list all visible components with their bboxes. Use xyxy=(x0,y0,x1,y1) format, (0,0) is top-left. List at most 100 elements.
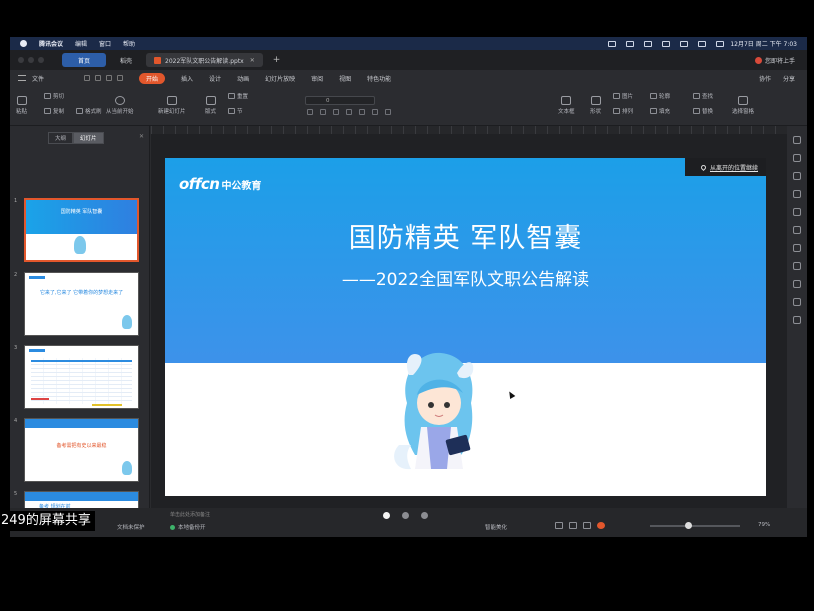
reset-label: 重置 xyxy=(237,94,249,100)
wechat-icon[interactable] xyxy=(662,40,671,47)
ribbon-tab-review[interactable]: 审阅 xyxy=(311,74,323,83)
transition-icon[interactable] xyxy=(793,190,801,198)
share-icon[interactable] xyxy=(793,262,801,270)
copy-button[interactable]: 复制 xyxy=(44,107,64,115)
underline-icon[interactable] xyxy=(333,109,339,115)
outline-button[interactable]: 轮廓 xyxy=(650,92,670,100)
ribbon-tab-features[interactable]: 特色功能 xyxy=(367,74,391,83)
page-dot[interactable] xyxy=(402,512,409,519)
review-icon[interactable] xyxy=(793,244,801,252)
close-window-icon[interactable] xyxy=(18,57,24,63)
tab-outline[interactable]: 大纲 xyxy=(48,132,74,144)
collab-button[interactable]: 协作 xyxy=(759,74,771,83)
italic-icon[interactable] xyxy=(320,109,326,115)
ribbon-tab-home[interactable]: 开始 xyxy=(139,72,166,84)
font-color-icon[interactable] xyxy=(385,109,391,115)
chart-icon[interactable] xyxy=(793,208,801,216)
slide-thumbnail-4[interactable]: 备考需把有史以来最稳 xyxy=(24,418,139,482)
strike-icon[interactable] xyxy=(346,109,352,115)
panel-collapse-icon[interactable]: ✕ xyxy=(139,133,144,140)
section-button[interactable]: 节 xyxy=(228,107,243,115)
object-props-icon[interactable] xyxy=(793,136,801,144)
current-slide[interactable]: offcn 中公教育 国防精英 军队智囊 ——2022全国军队文职公告解读 从离… xyxy=(165,158,766,496)
share-button[interactable]: 分享 xyxy=(783,74,795,83)
ribbon-tab-view[interactable]: 视图 xyxy=(339,74,351,83)
new-tab-icon[interactable]: + xyxy=(273,55,281,65)
zoom-slider[interactable] xyxy=(650,522,740,529)
app-menu[interactable]: 腾讯会议 xyxy=(39,39,63,48)
apple-icon[interactable] xyxy=(20,40,27,47)
ribbon-tab-design[interactable]: 设计 xyxy=(209,74,221,83)
menu-file[interactable]: 文件 xyxy=(32,74,44,83)
superscript-icon[interactable] xyxy=(359,109,365,115)
page-dot[interactable] xyxy=(383,512,390,519)
from-current-button[interactable]: 从当前开始 xyxy=(106,96,134,115)
more-icon[interactable] xyxy=(793,316,801,324)
reading-view-icon[interactable] xyxy=(583,522,591,529)
control-center-icon[interactable] xyxy=(716,40,725,47)
save-icon[interactable] xyxy=(84,75,91,81)
search-icon[interactable] xyxy=(698,40,707,47)
clock[interactable]: 12月7日 周二 下午 7:03 xyxy=(730,39,797,48)
redo-icon[interactable] xyxy=(117,75,124,81)
notes-placeholder[interactable]: 单击此处添加备注 xyxy=(170,511,210,518)
menu-help[interactable]: 帮助 xyxy=(123,39,135,48)
design-icon[interactable] xyxy=(793,154,801,162)
print-icon[interactable] xyxy=(95,75,102,81)
minimize-window-icon[interactable] xyxy=(28,57,34,63)
battery-icon[interactable] xyxy=(644,40,653,47)
grid-view-icon[interactable] xyxy=(569,522,577,529)
login-button[interactable]: 您即将上手 xyxy=(754,56,795,65)
layout-button[interactable]: 版式 xyxy=(205,96,216,115)
history-icon[interactable] xyxy=(793,280,801,288)
display-icon[interactable] xyxy=(626,40,635,47)
shape-button[interactable]: 形状 xyxy=(590,96,601,115)
zoom-slider-handle[interactable] xyxy=(685,522,692,529)
smart-beautify-button[interactable]: 智能美化 xyxy=(485,523,507,531)
font-size-field[interactable]: 0 xyxy=(305,96,375,105)
slide-thumbnail-1[interactable]: 国防精英 军队智囊 xyxy=(24,198,139,262)
paste-button[interactable]: 粘贴 xyxy=(16,96,27,115)
ribbon-tab-insert[interactable]: 插入 xyxy=(181,74,193,83)
arrange-button[interactable]: 排列 xyxy=(613,107,633,115)
slide-thumbnail-2[interactable]: 它来了,它来了 它带着你的梦想走来了 xyxy=(24,272,139,336)
ribbon-tab-slideshow[interactable]: 幻灯片放映 xyxy=(265,74,295,83)
tab-docer[interactable]: 稻壳 xyxy=(112,53,140,67)
slide-number: 1 xyxy=(14,198,18,204)
textbox-button[interactable]: 文本框 xyxy=(558,96,575,115)
format-painter-button[interactable]: 格式刷 xyxy=(76,107,102,115)
resume-position-button[interactable]: 从离开的位置继续 xyxy=(684,158,766,176)
undo-icon[interactable] xyxy=(106,75,113,81)
wifi-icon[interactable] xyxy=(680,40,689,47)
tab-home[interactable]: 首页 xyxy=(62,53,107,67)
tab-close-icon[interactable]: ✕ xyxy=(250,57,255,64)
replace-button[interactable]: 替换 xyxy=(693,107,713,115)
menu-icon[interactable] xyxy=(18,75,26,81)
cut-button[interactable]: 剪切 xyxy=(44,92,64,100)
wps-icon[interactable] xyxy=(608,40,617,47)
slide-thumbnail-3[interactable] xyxy=(24,345,139,409)
zoom-level[interactable]: 79% xyxy=(758,522,770,528)
play-slideshow-icon[interactable] xyxy=(597,522,605,529)
zoom-window-icon[interactable] xyxy=(38,57,44,63)
local-backup-status[interactable]: 本地备份开 xyxy=(170,523,206,531)
image-button[interactable]: 图片 xyxy=(613,92,633,100)
page-dot[interactable] xyxy=(421,512,428,519)
reset-button[interactable]: 重置 xyxy=(228,92,248,100)
subscript-icon[interactable] xyxy=(372,109,378,115)
menu-window[interactable]: 窗口 xyxy=(99,39,111,48)
animation-icon[interactable] xyxy=(793,172,801,180)
find-button[interactable]: 查找 xyxy=(693,92,713,100)
menu-edit[interactable]: 编辑 xyxy=(75,39,87,48)
ribbon-tab-animation[interactable]: 动画 xyxy=(237,74,249,83)
doc-protect-status[interactable]: 文档未保护 xyxy=(117,523,145,531)
select-pane-button[interactable]: 选择窗格 xyxy=(732,96,754,115)
new-slide-button[interactable]: 新建幻灯片 xyxy=(158,96,186,115)
fill-button[interactable]: 填充 xyxy=(650,107,670,115)
tab-slides[interactable]: 幻灯片 xyxy=(73,132,104,144)
smart-icon[interactable] xyxy=(793,226,801,234)
tab-document[interactable]: 2022军队文职公告解读.pptx ✕ xyxy=(146,53,263,67)
bold-icon[interactable] xyxy=(307,109,313,115)
normal-view-icon[interactable] xyxy=(555,522,563,529)
backup-icon[interactable] xyxy=(793,298,801,306)
